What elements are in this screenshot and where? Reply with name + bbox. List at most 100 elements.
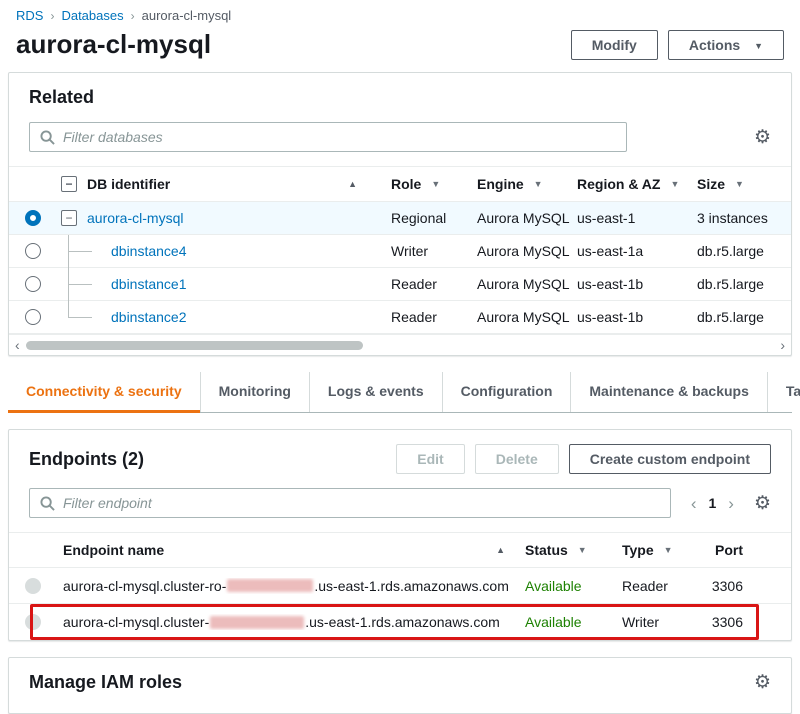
region-az-value: us-east-1b bbox=[571, 309, 691, 325]
col-size[interactable]: Size ▼ bbox=[691, 176, 791, 192]
tab-tags[interactable]: Tags bbox=[768, 372, 800, 412]
page-next-icon[interactable]: › bbox=[728, 495, 734, 512]
endpoints-settings-gear-icon[interactable]: ⚙ bbox=[754, 494, 771, 513]
related-filter-box bbox=[29, 122, 627, 152]
scrollbar-thumb[interactable] bbox=[26, 341, 363, 350]
edit-button[interactable]: Edit bbox=[396, 444, 464, 474]
filter-caret-icon[interactable]: ▼ bbox=[664, 545, 673, 555]
role-value: Reader bbox=[385, 309, 471, 325]
tree-connector bbox=[61, 268, 101, 301]
status-badge: Available bbox=[519, 614, 616, 630]
scrollbar-track[interactable] bbox=[26, 341, 775, 350]
tab-monitoring[interactable]: Monitoring bbox=[201, 372, 310, 412]
port-value: 3306 bbox=[699, 614, 791, 630]
row-radio[interactable] bbox=[25, 276, 41, 292]
related-settings-gear-icon[interactable]: ⚙ bbox=[754, 128, 771, 147]
db-identifier-link[interactable]: dbinstance2 bbox=[111, 309, 187, 325]
table-row[interactable]: − aurora-cl-mysql Regional Aurora MySQL … bbox=[9, 202, 791, 235]
col-role-label: Role bbox=[391, 176, 421, 192]
engine-value: Aurora MySQL bbox=[471, 243, 571, 259]
modify-button[interactable]: Modify bbox=[571, 30, 658, 60]
breadcrumb-rds[interactable]: RDS bbox=[16, 8, 43, 23]
filter-caret-icon[interactable]: ▼ bbox=[735, 179, 744, 189]
tree-connector bbox=[61, 235, 101, 268]
scroll-left-icon[interactable]: ‹ bbox=[15, 338, 20, 352]
page-number[interactable]: 1 bbox=[708, 495, 716, 511]
endpoint-name-suffix: .us-east-1.rds.amazonaws.com bbox=[314, 578, 509, 594]
redacted-text bbox=[227, 579, 313, 592]
col-endpoint-name[interactable]: Endpoint name ▲ bbox=[57, 542, 519, 558]
page-header: aurora-cl-mysql Modify Actions ▼ bbox=[0, 29, 800, 72]
endpoint-name-suffix: .us-east-1.rds.amazonaws.com bbox=[305, 614, 500, 630]
create-custom-endpoint-button[interactable]: Create custom endpoint bbox=[569, 444, 771, 474]
role-value: Reader bbox=[385, 276, 471, 292]
detail-tabs: Connectivity & security Monitoring Logs … bbox=[8, 372, 792, 413]
col-status-label: Status bbox=[525, 542, 568, 558]
col-endpoint-name-label: Endpoint name bbox=[63, 542, 164, 558]
col-type[interactable]: Type ▼ bbox=[616, 542, 699, 558]
horizontal-scrollbar[interactable]: ‹ › bbox=[9, 334, 791, 355]
filter-caret-icon[interactable]: ▼ bbox=[670, 179, 679, 189]
row-collapse-toggle[interactable]: − bbox=[61, 210, 77, 226]
breadcrumb-databases[interactable]: Databases bbox=[61, 8, 123, 23]
breadcrumb-current: aurora-cl-mysql bbox=[142, 8, 232, 23]
col-engine[interactable]: Engine ▼ bbox=[471, 176, 571, 192]
sort-asc-icon[interactable]: ▲ bbox=[348, 179, 357, 189]
table-row[interactable]: aurora-cl-mysql.cluster- .us-east-1.rds.… bbox=[9, 604, 791, 640]
col-role[interactable]: Role ▼ bbox=[385, 176, 471, 192]
col-db-identifier[interactable]: − DB identifier ▲ bbox=[45, 176, 385, 192]
pagination: ‹ 1 › bbox=[687, 495, 738, 512]
tab-maintenance-backups[interactable]: Maintenance & backups bbox=[571, 372, 768, 412]
related-table-header: − DB identifier ▲ Role ▼ Engine ▼ Region… bbox=[9, 166, 791, 202]
col-port-label: Port bbox=[715, 542, 743, 558]
engine-value: Aurora MySQL bbox=[471, 309, 571, 325]
region-az-value: us-east-1b bbox=[571, 276, 691, 292]
related-filter-input[interactable] bbox=[63, 129, 616, 145]
tab-configuration[interactable]: Configuration bbox=[443, 372, 572, 412]
table-row[interactable]: aurora-cl-mysql.cluster-ro- .us-east-1.r… bbox=[9, 568, 791, 604]
endpoint-filter-box bbox=[29, 488, 671, 518]
engine-value: Aurora MySQL bbox=[471, 210, 571, 226]
table-row[interactable]: dbinstance1 Reader Aurora MySQL us-east-… bbox=[9, 268, 791, 301]
search-icon bbox=[40, 496, 55, 511]
engine-value: Aurora MySQL bbox=[471, 276, 571, 292]
row-radio[interactable] bbox=[25, 614, 41, 630]
manage-iam-roles-panel: Manage IAM roles ⚙ bbox=[8, 657, 792, 714]
endpoint-name-prefix: aurora-cl-mysql.cluster-ro- bbox=[63, 578, 226, 594]
row-radio[interactable] bbox=[25, 243, 41, 259]
row-radio[interactable] bbox=[25, 309, 41, 325]
scroll-right-icon[interactable]: › bbox=[780, 338, 785, 352]
endpoint-filter-input[interactable] bbox=[63, 495, 660, 511]
tab-connectivity-security[interactable]: Connectivity & security bbox=[8, 372, 201, 412]
related-panel: Related ⚙ − DB identifier ▲ Role ▼ Engin… bbox=[8, 72, 792, 356]
page-previous-icon[interactable]: ‹ bbox=[691, 495, 697, 512]
filter-caret-icon[interactable]: ▼ bbox=[578, 545, 587, 555]
related-title: Related bbox=[29, 87, 94, 108]
role-value: Writer bbox=[385, 243, 471, 259]
breadcrumb: RDS › Databases › aurora-cl-mysql bbox=[0, 0, 800, 29]
db-identifier-link[interactable]: aurora-cl-mysql bbox=[87, 210, 183, 226]
col-port[interactable]: Port bbox=[699, 542, 791, 558]
endpoints-title: Endpoints (2) bbox=[29, 449, 144, 470]
endpoints-panel: Endpoints (2) Edit Delete Create custom … bbox=[8, 429, 792, 641]
filter-caret-icon[interactable]: ▼ bbox=[534, 179, 543, 189]
row-radio-selected[interactable] bbox=[25, 210, 41, 226]
filter-caret-icon[interactable]: ▼ bbox=[431, 179, 440, 189]
table-row[interactable]: dbinstance2 Reader Aurora MySQL us-east-… bbox=[9, 301, 791, 334]
col-region-az[interactable]: Region & AZ ▼ bbox=[571, 176, 691, 192]
sort-asc-icon[interactable]: ▲ bbox=[496, 545, 505, 555]
col-region-az-label: Region & AZ bbox=[577, 176, 660, 192]
iam-settings-gear-icon[interactable]: ⚙ bbox=[754, 673, 771, 692]
row-radio[interactable] bbox=[25, 578, 41, 594]
collapse-all-toggle[interactable]: − bbox=[61, 176, 77, 192]
tree-connector bbox=[61, 301, 101, 334]
role-value: Regional bbox=[385, 210, 471, 226]
table-row[interactable]: dbinstance4 Writer Aurora MySQL us-east-… bbox=[9, 235, 791, 268]
col-status[interactable]: Status ▼ bbox=[519, 542, 616, 558]
tab-logs-events[interactable]: Logs & events bbox=[310, 372, 443, 412]
db-identifier-link[interactable]: dbinstance4 bbox=[111, 243, 187, 259]
db-identifier-link[interactable]: dbinstance1 bbox=[111, 276, 187, 292]
delete-button[interactable]: Delete bbox=[475, 444, 559, 474]
endpoint-name-prefix: aurora-cl-mysql.cluster- bbox=[63, 614, 209, 630]
actions-button[interactable]: Actions ▼ bbox=[668, 30, 784, 60]
